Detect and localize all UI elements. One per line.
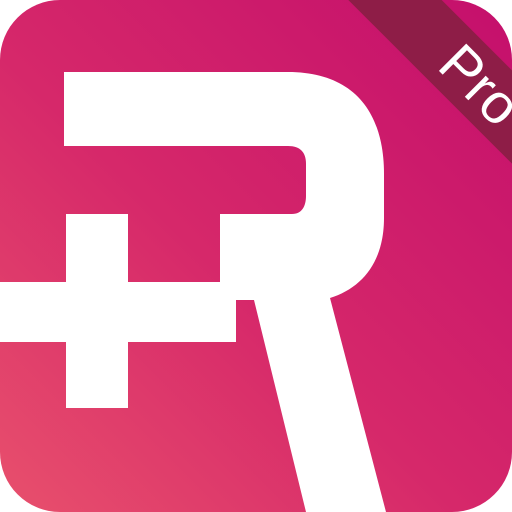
- app-icon[interactable]: Pro: [0, 0, 512, 512]
- plus-sign-icon: [0, 214, 236, 408]
